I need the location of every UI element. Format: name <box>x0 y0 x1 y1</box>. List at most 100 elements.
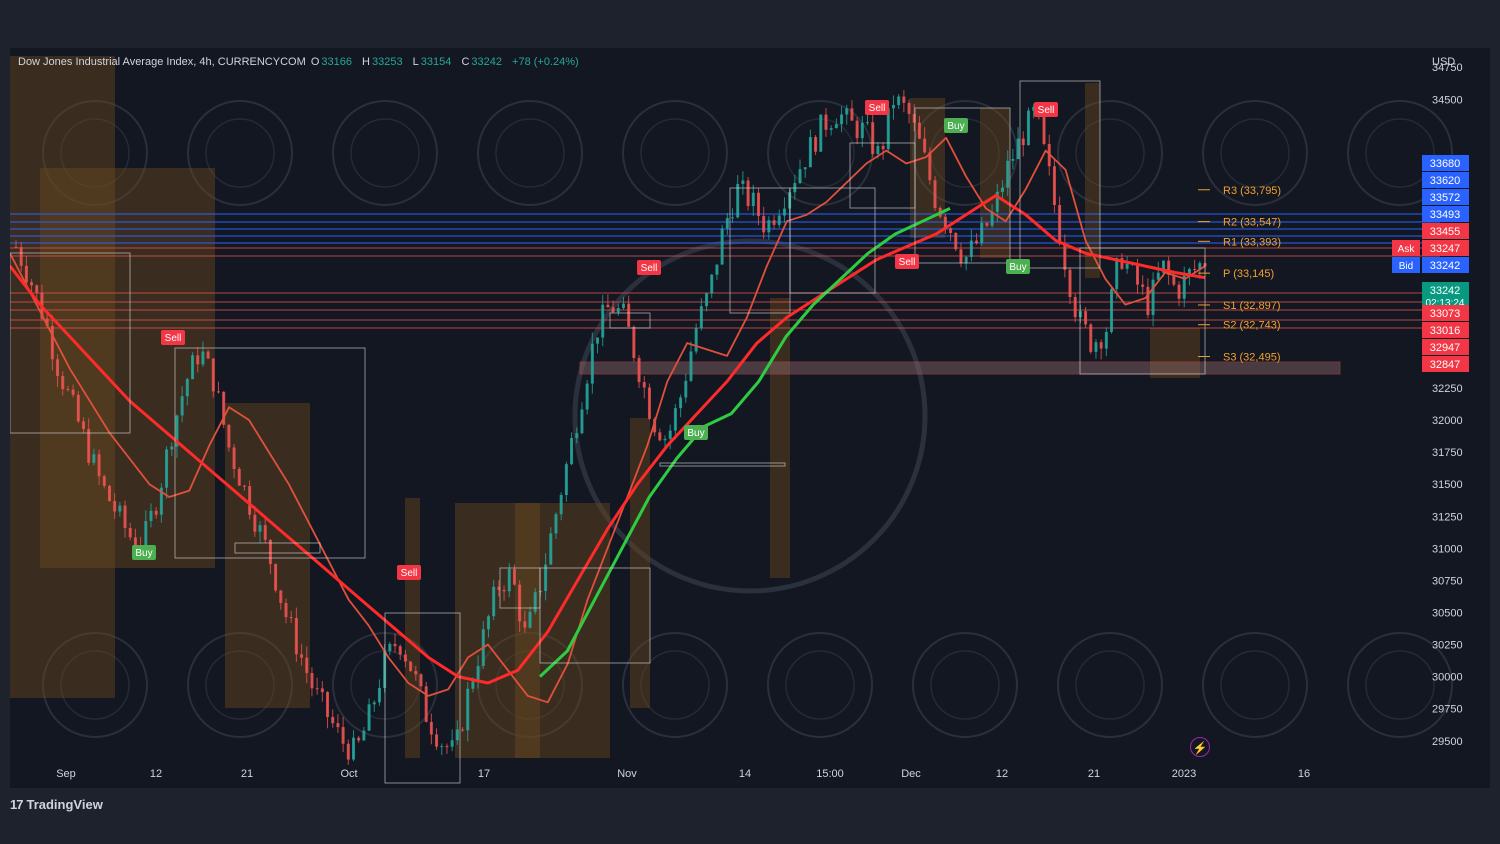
price-scale-value: 33620 <box>1430 175 1461 187</box>
candle-body <box>471 681 475 689</box>
candle-body <box>731 217 735 219</box>
candle-body <box>710 274 714 294</box>
candle-body <box>606 304 610 308</box>
x-tick-label: Nov <box>617 768 637 780</box>
candle-body <box>71 389 75 395</box>
candle-body <box>596 337 600 344</box>
candle-body <box>97 454 101 477</box>
candle-body <box>1141 284 1145 287</box>
candle-body <box>232 447 236 469</box>
candle-body <box>585 383 589 410</box>
candle-body <box>377 687 381 703</box>
candle-body <box>279 590 283 603</box>
candle-body <box>372 702 376 705</box>
candle-body <box>512 569 516 585</box>
candle-body <box>881 145 885 150</box>
candle-body <box>850 108 854 121</box>
candle-body <box>694 328 698 352</box>
candle-body <box>24 265 28 283</box>
candle-body <box>19 247 23 266</box>
chart-panel[interactable]: Sell Buy Sell Sell Buy Sell Buy Sell Sell Buy R3 (… <box>10 48 1490 788</box>
candle-body <box>320 688 324 693</box>
candle-body <box>133 537 137 546</box>
change-value: +78 (+0.24%) <box>512 56 579 68</box>
tradingview-logo-icon: 17 <box>10 797 24 812</box>
candle-body <box>663 438 667 441</box>
candle-body <box>559 495 563 515</box>
signal-sell-label: Sell <box>641 263 658 274</box>
low-label: L <box>412 56 419 68</box>
candle-body <box>87 429 91 463</box>
pivot-label: S1 (32,897) <box>1223 300 1280 312</box>
y-tick-label: 32250 <box>1432 383 1463 395</box>
candle-body <box>1021 138 1025 146</box>
candle-body <box>263 525 267 540</box>
candle-body <box>772 220 776 225</box>
candle-body <box>1136 263 1140 285</box>
tradingview-brand[interactable]: 17 TradingView <box>10 797 103 812</box>
y-tick-label: 30500 <box>1432 607 1463 619</box>
candle-body <box>336 723 340 728</box>
y-tick-label: 34500 <box>1432 94 1463 106</box>
candle-body <box>871 122 875 154</box>
candle-body <box>1146 286 1150 316</box>
x-tick-label: 16 <box>1298 768 1310 780</box>
pivot-label: R1 (33,393) <box>1223 236 1281 248</box>
candle-body <box>845 108 849 115</box>
candle-body <box>113 501 117 512</box>
candle-body <box>310 672 314 689</box>
candle-body <box>429 721 433 735</box>
candle-body <box>170 446 174 450</box>
price-scale-value: 33242 <box>1430 285 1461 297</box>
price-scale-value: 33073 <box>1430 308 1461 320</box>
price-scale-value: 32847 <box>1430 359 1461 371</box>
candle-body <box>902 96 906 103</box>
candle-body <box>445 746 449 748</box>
signal-zone <box>770 298 790 578</box>
candle-body <box>673 408 677 431</box>
candle-body <box>699 306 703 329</box>
candle-body <box>668 430 672 439</box>
candle-body <box>388 643 392 652</box>
candle-body <box>949 228 953 233</box>
candle-body <box>964 256 968 264</box>
currency-label[interactable]: USD <box>1432 56 1455 68</box>
y-tick-label: 32000 <box>1432 415 1463 427</box>
candle-body <box>533 592 537 612</box>
candle-body <box>237 468 241 486</box>
price-chart[interactable]: Sell Buy Sell Sell Buy Sell Buy Sell Sell Buy R3 (… <box>10 48 1490 788</box>
x-tick-label: 12 <box>150 768 162 780</box>
candle-body <box>424 686 428 722</box>
signal-sell-label: Sell <box>401 568 418 579</box>
candle-body <box>351 737 355 760</box>
candle-body <box>455 729 459 741</box>
price-scale-value: 33455 <box>1430 226 1461 238</box>
candle-body <box>461 729 465 731</box>
candle-body <box>144 521 148 548</box>
candle-body <box>689 351 693 381</box>
candle-body <box>528 611 532 628</box>
candle-body <box>834 124 838 129</box>
candle-body <box>647 387 651 419</box>
candle-body <box>523 621 527 628</box>
candle-body <box>803 167 807 170</box>
y-tick-label: 31250 <box>1432 511 1463 523</box>
candle-body <box>502 589 506 592</box>
candle-body <box>777 215 781 225</box>
candle-body <box>985 223 989 226</box>
candle-body <box>1099 342 1103 349</box>
candle-body <box>107 485 111 502</box>
candle-body <box>507 569 511 592</box>
candle-body <box>705 293 709 307</box>
candle-body <box>866 122 870 124</box>
symbol-title[interactable]: Dow Jones Industrial Average Index, 4h, … <box>18 56 306 68</box>
price-scale-value: 33242 <box>1430 260 1461 272</box>
candle-body <box>196 355 200 365</box>
candle-body <box>1084 311 1088 325</box>
candle-body <box>1052 166 1056 205</box>
lightning-bolt-icon[interactable]: ⚡ <box>1190 737 1210 757</box>
candle-body <box>1125 263 1129 269</box>
candle-body <box>855 120 859 139</box>
candle-body <box>492 586 496 617</box>
candle-body <box>975 240 979 244</box>
